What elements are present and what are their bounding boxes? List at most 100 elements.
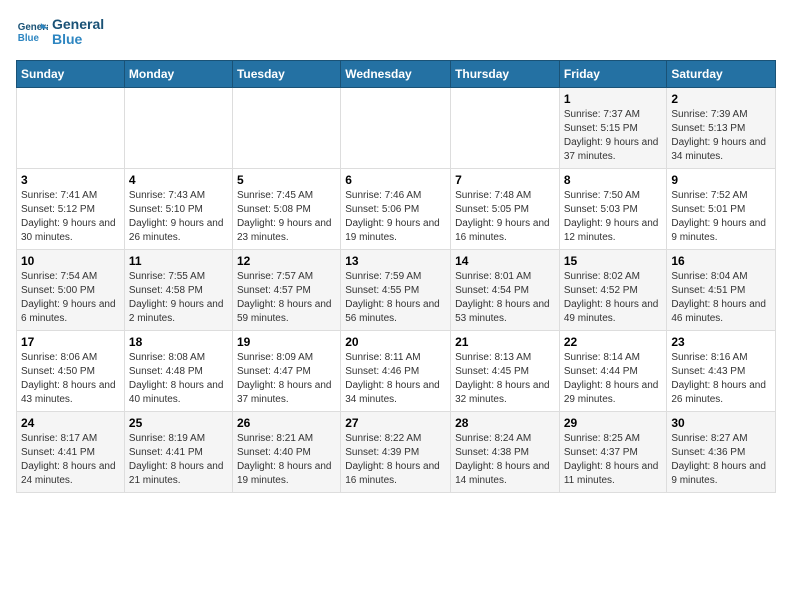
- day-number: 2: [671, 92, 771, 106]
- calendar-cell: 12 Sunrise: 7:57 AMSunset: 4:57 PMDayligh…: [232, 250, 340, 331]
- day-info: Sunrise: 7:39 AMSunset: 5:13 PMDaylight:…: [671, 108, 771, 164]
- calendar-week-row: 1 Sunrise: 7:37 AMSunset: 5:15 PMDaylight…: [17, 88, 776, 169]
- day-number: 25: [129, 416, 228, 430]
- day-info: Sunrise: 8:13 AMSunset: 4:45 PMDaylight:…: [455, 351, 555, 407]
- day-info: Sunrise: 7:52 AMSunset: 5:01 PMDaylight:…: [671, 189, 771, 245]
- calendar-cell: 11 Sunrise: 7:55 AMSunset: 4:58 PMDayligh…: [124, 250, 232, 331]
- day-info: Sunrise: 8:01 AMSunset: 4:54 PMDaylight:…: [455, 270, 555, 326]
- weekday-header: Monday: [124, 61, 232, 88]
- day-info: Sunrise: 8:16 AMSunset: 4:43 PMDaylight:…: [671, 351, 771, 407]
- calendar-cell: 6 Sunrise: 7:46 AMSunset: 5:06 PMDaylight…: [341, 169, 451, 250]
- calendar-cell: 13Sunrise: 7:59 AMSunset: 4:55 PMDayligh…: [341, 250, 451, 331]
- logo: General Blue General Blue: [16, 16, 104, 48]
- weekday-header: Wednesday: [341, 61, 451, 88]
- day-info: Sunrise: 8:24 AMSunset: 4:38 PMDaylight:…: [455, 432, 555, 488]
- day-info: Sunrise: 7:54 AMSunset: 5:00 PMDaylight:…: [21, 270, 120, 326]
- calendar-cell: 5 Sunrise: 7:45 AMSunset: 5:08 PMDaylight…: [232, 169, 340, 250]
- day-number: 23: [671, 335, 771, 349]
- day-number: 27: [345, 416, 446, 430]
- day-info: Sunrise: 8:08 AMSunset: 4:48 PMDaylight:…: [129, 351, 228, 407]
- calendar-cell: 20 Sunrise: 8:11 AMSunset: 4:46 PMDayligh…: [341, 331, 451, 412]
- day-number: 24: [21, 416, 120, 430]
- calendar-cell: 25Sunrise: 8:19 AMSunset: 4:41 PMDayligh…: [124, 412, 232, 493]
- calendar-cell: 7 Sunrise: 7:48 AMSunset: 5:05 PMDaylight…: [451, 169, 560, 250]
- calendar-week-row: 3 Sunrise: 7:41 AMSunset: 5:12 PMDaylight…: [17, 169, 776, 250]
- calendar-cell: 17 Sunrise: 8:06 AMSunset: 4:50 PMDayligh…: [17, 331, 125, 412]
- calendar-cell: [232, 88, 340, 169]
- day-number: 8: [564, 173, 663, 187]
- day-number: 5: [237, 173, 336, 187]
- day-number: 11: [129, 254, 228, 268]
- calendar-week-row: 10 Sunrise: 7:54 AMSunset: 5:00 PMDayligh…: [17, 250, 776, 331]
- day-number: 10: [21, 254, 120, 268]
- day-info: Sunrise: 8:17 AMSunset: 4:41 PMDaylight:…: [21, 432, 120, 488]
- day-info: Sunrise: 8:04 AMSunset: 4:51 PMDaylight:…: [671, 270, 771, 326]
- calendar-cell: 9 Sunrise: 7:52 AMSunset: 5:01 PMDaylight…: [667, 169, 776, 250]
- calendar-cell: 1 Sunrise: 7:37 AMSunset: 5:15 PMDaylight…: [559, 88, 667, 169]
- day-info: Sunrise: 8:25 AMSunset: 4:37 PMDaylight:…: [564, 432, 663, 488]
- day-number: 4: [129, 173, 228, 187]
- calendar-cell: 4Sunrise: 7:43 AMSunset: 5:10 PMDaylight…: [124, 169, 232, 250]
- day-info: Sunrise: 8:02 AMSunset: 4:52 PMDaylight:…: [564, 270, 663, 326]
- calendar-cell: 22Sunrise: 8:14 AMSunset: 4:44 PMDayligh…: [559, 331, 667, 412]
- day-number: 26: [237, 416, 336, 430]
- weekday-header: Sunday: [17, 61, 125, 88]
- calendar-cell: 8 Sunrise: 7:50 AMSunset: 5:03 PMDaylight…: [559, 169, 667, 250]
- calendar-cell: 28 Sunrise: 8:24 AMSunset: 4:38 PMDayligh…: [451, 412, 560, 493]
- calendar-cell: 24 Sunrise: 8:17 AMSunset: 4:41 PMDayligh…: [17, 412, 125, 493]
- day-number: 6: [345, 173, 446, 187]
- day-number: 29: [564, 416, 663, 430]
- day-number: 3: [21, 173, 120, 187]
- calendar-week-row: 17 Sunrise: 8:06 AMSunset: 4:50 PMDayligh…: [17, 331, 776, 412]
- weekday-header: Thursday: [451, 61, 560, 88]
- day-info: Sunrise: 8:06 AMSunset: 4:50 PMDaylight:…: [21, 351, 120, 407]
- calendar-cell: [124, 88, 232, 169]
- day-number: 30: [671, 416, 771, 430]
- calendar-cell: [451, 88, 560, 169]
- day-number: 7: [455, 173, 555, 187]
- svg-text:Blue: Blue: [18, 33, 40, 44]
- day-info: Sunrise: 8:09 AMSunset: 4:47 PMDaylight:…: [237, 351, 336, 407]
- calendar-cell: [341, 88, 451, 169]
- calendar-header-row: SundayMondayTuesdayWednesdayThursdayFrid…: [17, 61, 776, 88]
- calendar-cell: 27 Sunrise: 8:22 AMSunset: 4:39 PMDayligh…: [341, 412, 451, 493]
- day-info: Sunrise: 7:57 AMSunset: 4:57 PMDaylight:…: [237, 270, 336, 326]
- calendar-week-row: 24 Sunrise: 8:17 AMSunset: 4:41 PMDayligh…: [17, 412, 776, 493]
- day-number: 12: [237, 254, 336, 268]
- calendar-cell: 18Sunrise: 8:08 AMSunset: 4:48 PMDayligh…: [124, 331, 232, 412]
- day-number: 13: [345, 254, 446, 268]
- calendar-cell: 14 Sunrise: 8:01 AMSunset: 4:54 PMDayligh…: [451, 250, 560, 331]
- day-number: 14: [455, 254, 555, 268]
- day-number: 20: [345, 335, 446, 349]
- day-number: 16: [671, 254, 771, 268]
- logo-icon: General Blue: [16, 16, 48, 48]
- day-number: 9: [671, 173, 771, 187]
- day-number: 15: [564, 254, 663, 268]
- calendar-cell: 29 Sunrise: 8:25 AMSunset: 4:37 PMDayligh…: [559, 412, 667, 493]
- weekday-header: Friday: [559, 61, 667, 88]
- day-info: Sunrise: 8:21 AMSunset: 4:40 PMDaylight:…: [237, 432, 336, 488]
- calendar-cell: 30 Sunrise: 8:27 AMSunset: 4:36 PMDayligh…: [667, 412, 776, 493]
- day-info: Sunrise: 8:11 AMSunset: 4:46 PMDaylight:…: [345, 351, 446, 407]
- day-info: Sunrise: 8:27 AMSunset: 4:36 PMDaylight:…: [671, 432, 771, 488]
- day-info: Sunrise: 7:48 AMSunset: 5:05 PMDaylight:…: [455, 189, 555, 245]
- calendar-cell: 26 Sunrise: 8:21 AMSunset: 4:40 PMDayligh…: [232, 412, 340, 493]
- calendar-cell: 2 Sunrise: 7:39 AMSunset: 5:13 PMDaylight…: [667, 88, 776, 169]
- calendar-cell: 21Sunrise: 8:13 AMSunset: 4:45 PMDayligh…: [451, 331, 560, 412]
- calendar-cell: 23 Sunrise: 8:16 AMSunset: 4:43 PMDayligh…: [667, 331, 776, 412]
- day-info: Sunrise: 8:14 AMSunset: 4:44 PMDaylight:…: [564, 351, 663, 407]
- day-info: Sunrise: 7:55 AMSunset: 4:58 PMDaylight:…: [129, 270, 228, 326]
- day-info: Sunrise: 8:22 AMSunset: 4:39 PMDaylight:…: [345, 432, 446, 488]
- day-info: Sunrise: 7:41 AMSunset: 5:12 PMDaylight:…: [21, 189, 120, 245]
- calendar-cell: 19Sunrise: 8:09 AMSunset: 4:47 PMDayligh…: [232, 331, 340, 412]
- weekday-header: Tuesday: [232, 61, 340, 88]
- day-info: Sunrise: 7:37 AMSunset: 5:15 PMDaylight:…: [564, 108, 663, 164]
- day-info: Sunrise: 7:46 AMSunset: 5:06 PMDaylight:…: [345, 189, 446, 245]
- day-info: Sunrise: 7:50 AMSunset: 5:03 PMDaylight:…: [564, 189, 663, 245]
- calendar-cell: 15 Sunrise: 8:02 AMSunset: 4:52 PMDayligh…: [559, 250, 667, 331]
- day-number: 28: [455, 416, 555, 430]
- day-info: Sunrise: 7:45 AMSunset: 5:08 PMDaylight:…: [237, 189, 336, 245]
- logo-text-line1: General: [52, 17, 104, 32]
- day-number: 17: [21, 335, 120, 349]
- day-number: 1: [564, 92, 663, 106]
